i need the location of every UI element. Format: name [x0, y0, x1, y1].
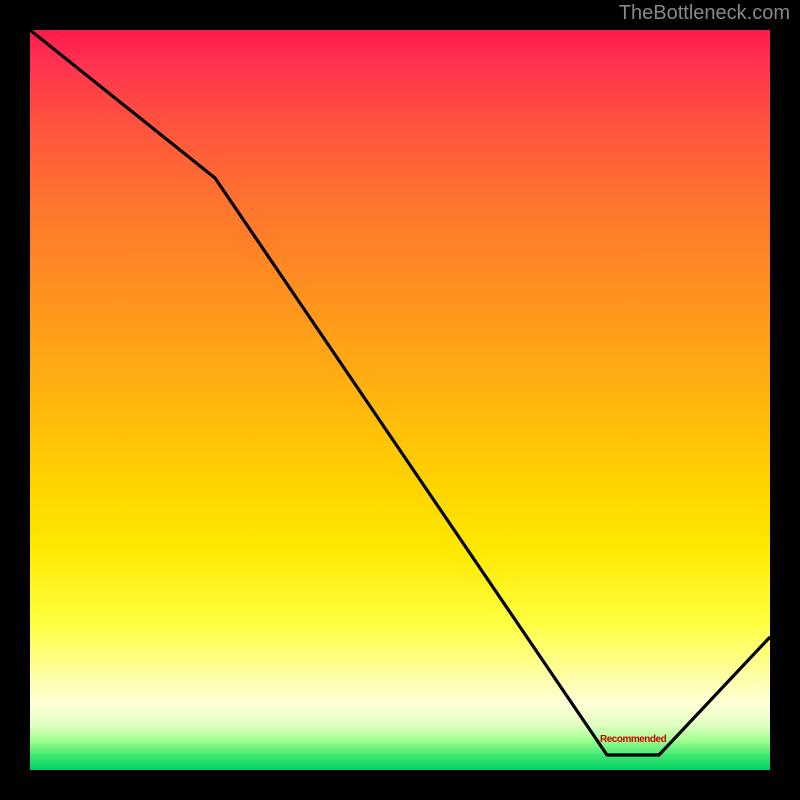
- watermark-text: TheBottleneck.com: [619, 2, 790, 25]
- chart-line-layer: [30, 30, 770, 770]
- chart-container: TheBottleneck.com Recommended: [0, 0, 800, 800]
- bottleneck-line: [30, 30, 770, 755]
- recommended-annotation: Recommended: [600, 734, 666, 745]
